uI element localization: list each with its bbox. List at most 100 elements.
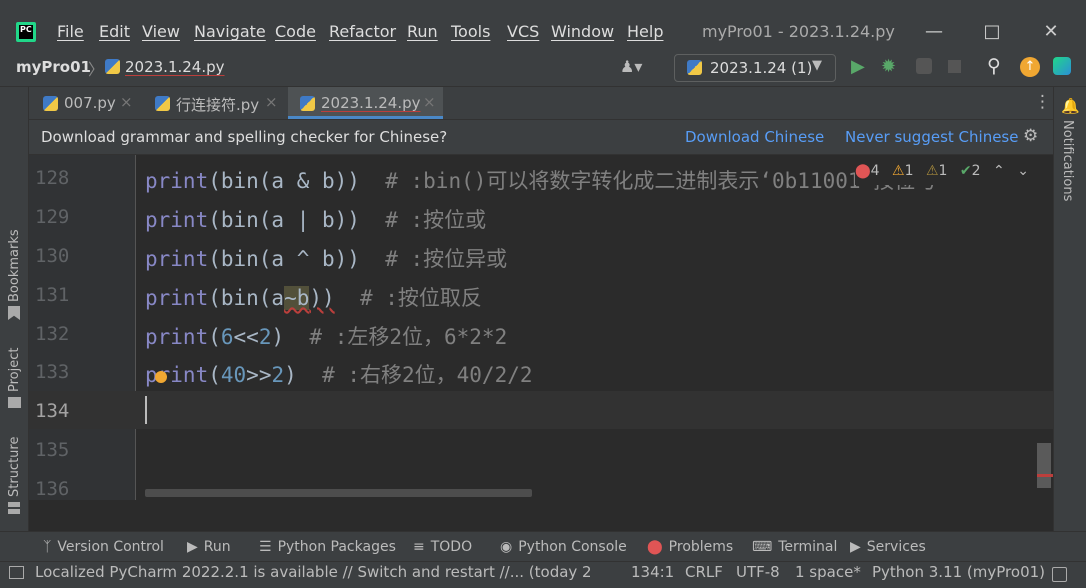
line-number: 133 (35, 361, 70, 383)
python-file-icon (300, 96, 315, 111)
menu-vcs[interactable]: VCS (507, 22, 539, 41)
line-number: 134 (35, 400, 70, 422)
tab-label: 007.py (64, 94, 116, 112)
debug-icon[interactable]: ✹ (881, 56, 896, 77)
pycharm-logo: PC (16, 22, 36, 42)
problems-button[interactable]: ⬤ Problems (647, 539, 733, 555)
status-message[interactable]: Localized PyCharm 2022.2.1 is available … (35, 563, 590, 581)
structure-tool-button[interactable]: Structure (7, 437, 22, 497)
version-control-button[interactable]: ᛉ Version Control (43, 539, 164, 555)
line-number: 130 (35, 245, 70, 267)
folder-icon (8, 397, 21, 408)
menu-help[interactable]: Help (627, 22, 663, 41)
menu-refactor[interactable]: Refactor (329, 22, 396, 41)
menu-navigate[interactable]: Navigate (194, 22, 266, 41)
run-config-label: 2023.1.24 (1) (710, 59, 813, 77)
tab-label: 2023.1.24.py (321, 94, 421, 112)
search-icon[interactable]: ⚲ (987, 55, 1001, 77)
run-tool-button[interactable]: ▶ Run (187, 539, 231, 555)
maximize-icon[interactable]: □ (980, 20, 1004, 44)
bookmarks-tool-button[interactable]: Bookmarks (7, 229, 22, 302)
menu-window[interactable]: Window (551, 22, 614, 41)
code-line: print(bin(a~b)) # :按位取反 (145, 286, 482, 310)
file-encoding[interactable]: UTF-8 (736, 563, 780, 581)
chevron-down-icon[interactable]: ⌄ (1017, 163, 1029, 179)
python-icon (687, 60, 702, 75)
menu-view[interactable]: View (142, 22, 180, 41)
more-options-icon[interactable]: ⋮ (1034, 92, 1051, 112)
run-icon[interactable]: ▶ (851, 56, 865, 77)
chevron-up-icon[interactable]: ⌃ (993, 163, 1005, 179)
notifications-tool-button[interactable]: Notifications (1060, 120, 1075, 201)
error-count: 4 (870, 163, 880, 179)
breadcrumb-project[interactable]: myPro01 (16, 58, 91, 76)
python-packages-button[interactable]: ☰ Python Packages (259, 539, 396, 555)
close-tab-icon[interactable]: × (265, 93, 278, 111)
inspection-widget[interactable]: ⬤4 ⚠1 ⚠1 ✔2 ⌃ ⌄ (855, 163, 1045, 185)
indent-setting[interactable]: 1 space* (795, 563, 861, 581)
error-icon: ⬤ (647, 539, 663, 555)
stop-icon[interactable] (948, 60, 961, 73)
line-number: 129 (35, 206, 70, 228)
user-icon[interactable]: ♟▾ (620, 57, 642, 76)
tab-label: 行连接符.py (176, 96, 260, 114)
terminal-icon: ⌨ (752, 539, 773, 555)
warning-count: 1 (904, 163, 914, 179)
line-number: 136 (35, 478, 70, 500)
close-icon[interactable]: ✕ (1039, 20, 1063, 44)
tab-2023-1-24[interactable]: 2023.1.24.py × (288, 87, 443, 119)
vertical-scrollbar[interactable] (1037, 443, 1051, 488)
menu-code[interactable]: Code (275, 22, 316, 41)
code-line: print(bin(a | b)) # :按位或 (145, 208, 487, 232)
services-button[interactable]: ▶ Services (850, 539, 926, 555)
error-stripe-marker[interactable] (1037, 474, 1053, 477)
typo-check-icon: ✔ (959, 163, 972, 179)
text-caret (145, 396, 147, 424)
structure-icon (8, 502, 20, 514)
tab-line-continuation[interactable]: 行连接符.py × (152, 87, 284, 119)
tab-007[interactable]: 007.py × (40, 87, 140, 119)
update-icon[interactable]: ↑ (1020, 57, 1040, 77)
menu-edit[interactable]: Edit (99, 22, 130, 41)
interpreter-selector[interactable]: Python 3.11 (myPro01) (872, 563, 1045, 581)
line-number: 131 (35, 284, 70, 306)
code-line: print(6<<2) # :左移2位，6*2*2 (145, 325, 508, 349)
project-tool-button[interactable]: Project (7, 348, 22, 392)
coverage-icon[interactable] (916, 58, 932, 74)
minimize-icon[interactable]: — (922, 20, 946, 44)
chevron-down-icon: ▼ (812, 58, 822, 73)
branch-icon: ᛉ (43, 539, 52, 555)
code-line: print(bin(a ^ b)) # :按位异或 (145, 247, 508, 271)
python-file-icon (105, 59, 120, 74)
weak-warning-count: 1 (938, 163, 948, 179)
python-console-button[interactable]: ◉ Python Console (500, 539, 627, 555)
error-icon: ⬤ (855, 163, 871, 179)
gear-icon[interactable]: ⚙ (1023, 126, 1038, 146)
todo-button[interactable]: ≡ TODO (413, 539, 472, 555)
python-file-icon (155, 96, 170, 111)
lightbulb-icon[interactable] (155, 371, 167, 383)
breadcrumb-file[interactable]: 2023.1.24.py (125, 58, 225, 76)
menu-file[interactable]: File (57, 22, 84, 41)
code-line: print(40>>2) # :右移2位，40/2/2 (145, 363, 533, 387)
lock-icon[interactable] (1052, 567, 1067, 582)
terminal-button[interactable]: ⌨ Terminal (752, 539, 837, 555)
python-icon: ◉ (500, 539, 513, 555)
download-chinese-link[interactable]: Download Chinese (685, 128, 824, 146)
line-number: 128 (35, 167, 70, 189)
menu-tools[interactable]: Tools (451, 22, 490, 41)
close-tab-icon[interactable]: × (120, 93, 133, 111)
plugin-icon[interactable] (1053, 57, 1071, 75)
line-separator[interactable]: CRLF (685, 563, 723, 581)
horizontal-scrollbar[interactable] (145, 489, 532, 497)
close-tab-icon[interactable]: × (423, 93, 436, 111)
services-icon: ▶ (850, 539, 861, 555)
warning-icon: ⚠ (892, 163, 905, 179)
never-suggest-link[interactable]: Never suggest Chinese (845, 128, 1018, 146)
cursor-position[interactable]: 134:1 (631, 563, 674, 581)
layout-icon[interactable] (9, 566, 24, 579)
menu-run[interactable]: Run (407, 22, 438, 41)
banner-message: Download grammar and spelling checker fo… (41, 128, 448, 146)
python-file-icon (43, 96, 58, 111)
line-number: 132 (35, 323, 70, 345)
